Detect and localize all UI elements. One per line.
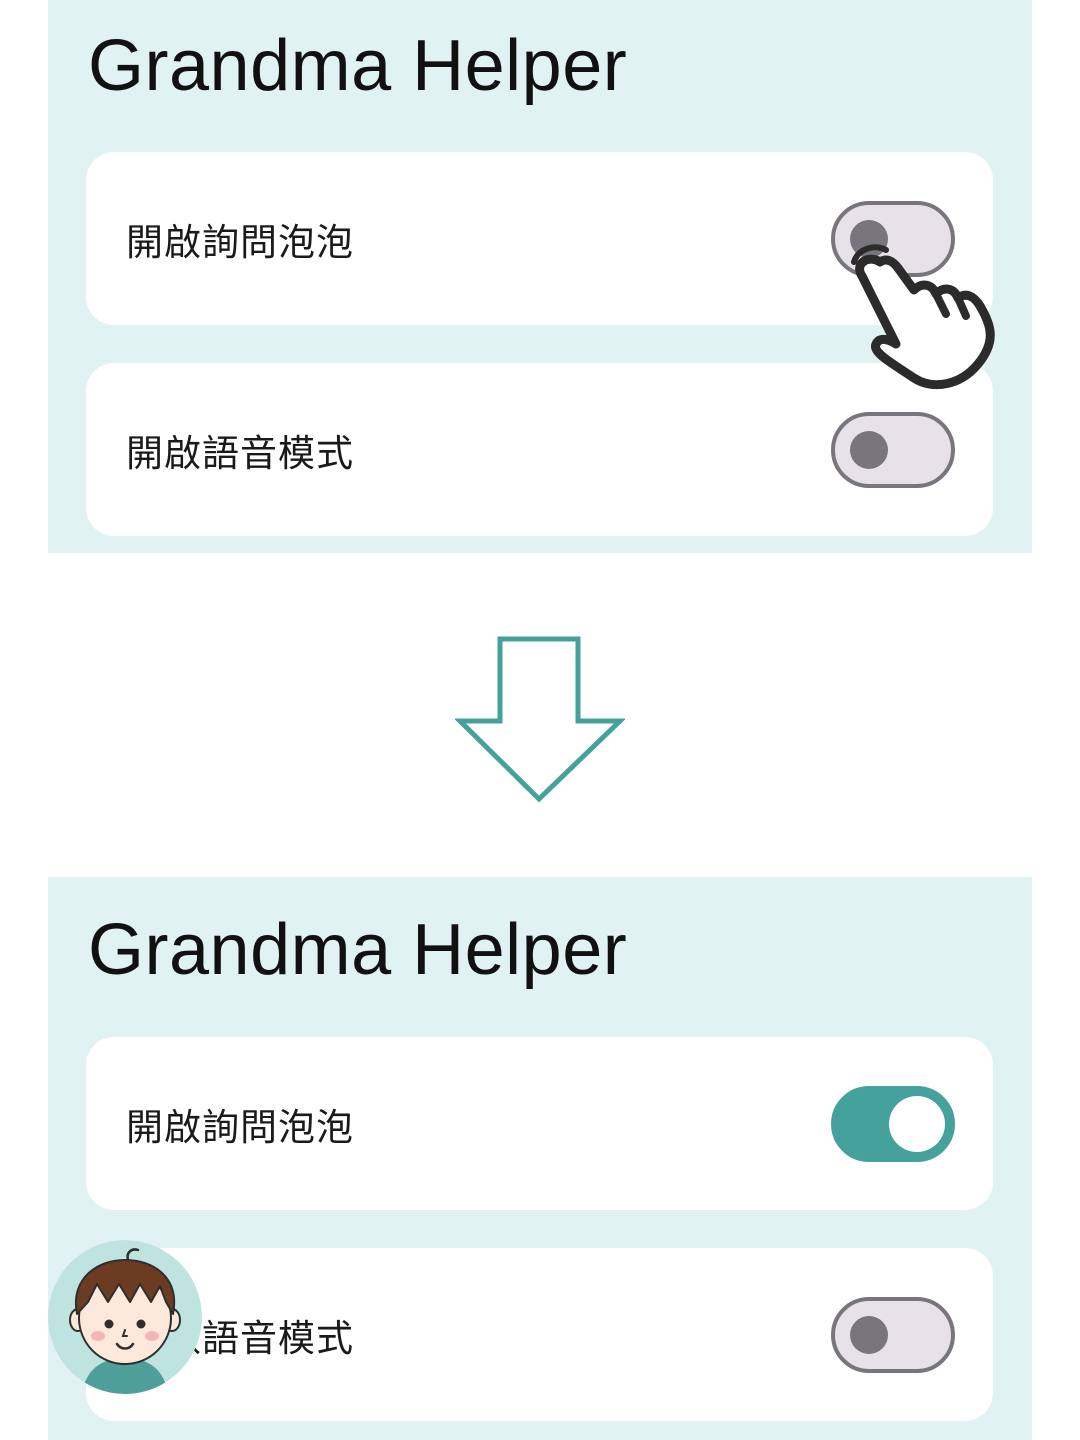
toggle-knob <box>850 1315 888 1354</box>
app-title: Grandma Helper <box>88 26 628 106</box>
setting-row-ask-bubble[interactable]: 開啟詢問泡泡 <box>86 1037 993 1210</box>
toggle-knob <box>850 430 888 469</box>
app-title: Grandma Helper <box>88 910 628 990</box>
setting-label-ask-bubble: 開啟詢問泡泡 <box>126 1105 354 1149</box>
hand-pointer-icon <box>851 244 995 390</box>
voice-mode-toggle[interactable] <box>831 1296 955 1373</box>
boy-avatar-icon <box>48 1240 202 1394</box>
setting-label-ask-bubble: 開啟詢問泡泡 <box>126 220 354 264</box>
toggle-knob <box>889 1095 945 1152</box>
voice-mode-toggle[interactable] <box>831 411 955 488</box>
assistant-bubble[interactable] <box>48 1240 202 1394</box>
ask-bubble-toggle[interactable] <box>831 1085 955 1162</box>
settings-screen-after: Grandma Helper 開啟詢問泡泡 開啟語音模式 <box>48 877 1032 1440</box>
down-arrow-icon <box>455 636 625 803</box>
setting-row-voice-mode[interactable]: 開啟語音模式 <box>86 1248 993 1421</box>
setting-label-voice-mode: 開啟語音模式 <box>126 431 354 475</box>
tutorial-page: Grandma Helper 開啟詢問泡泡 開啟語音模式 Grandma Hel… <box>0 0 1080 1440</box>
